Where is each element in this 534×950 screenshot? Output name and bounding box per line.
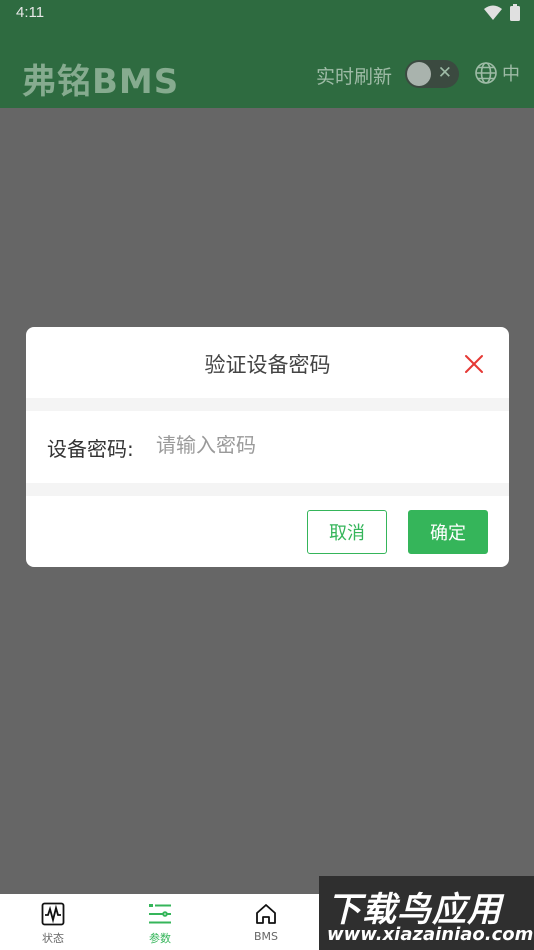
nav-label: BMS [253,930,279,943]
toggle-off-icon: ✕ [437,63,452,83]
language-label: 中 [502,64,520,85]
nav-label: 参数 [149,932,171,945]
watermark-url: www.xiazainiao.com [327,924,534,945]
password-input[interactable] [156,427,476,463]
confirm-button[interactable]: 确定 [408,510,488,554]
cancel-button[interactable]: 取消 [307,510,387,554]
close-button[interactable] [462,352,486,376]
status-bar: 4:11 [0,0,534,28]
verify-password-dialog: 验证设备密码 设备密码: 取消 确定 [26,327,509,567]
home-icon [256,904,276,924]
realtime-refresh-toggle[interactable]: ✕ [405,60,459,88]
globe-icon [475,62,497,84]
waveform-icon [41,902,65,926]
battery-icon [510,4,520,21]
nav-item-status[interactable]: 状态 [0,894,106,950]
app-bar: 弗铭BMS 实时刷新 ✕ 中 [0,28,534,108]
toggle-knob [407,62,431,86]
language-switch[interactable]: 中 [474,60,520,86]
nav-label: 状态 [42,932,64,945]
watermark: 下载鸟应用 www.xiazainiao.com [319,876,534,950]
status-icons [484,4,520,21]
nav-item-bms[interactable]: BMS [213,894,319,950]
realtime-refresh-label: 实时刷新 [316,66,393,88]
app-title: 弗铭BMS [22,62,180,102]
nav-item-params[interactable]: 参数 [107,894,213,950]
list-settings-icon [149,904,171,924]
divider-band [26,483,509,496]
divider-band [26,398,509,411]
dialog-title: 验证设备密码 [204,353,331,377]
close-icon [465,355,483,373]
wifi-icon [484,5,502,20]
password-field-label: 设备密码: [47,437,134,461]
status-time: 4:11 [16,4,45,21]
